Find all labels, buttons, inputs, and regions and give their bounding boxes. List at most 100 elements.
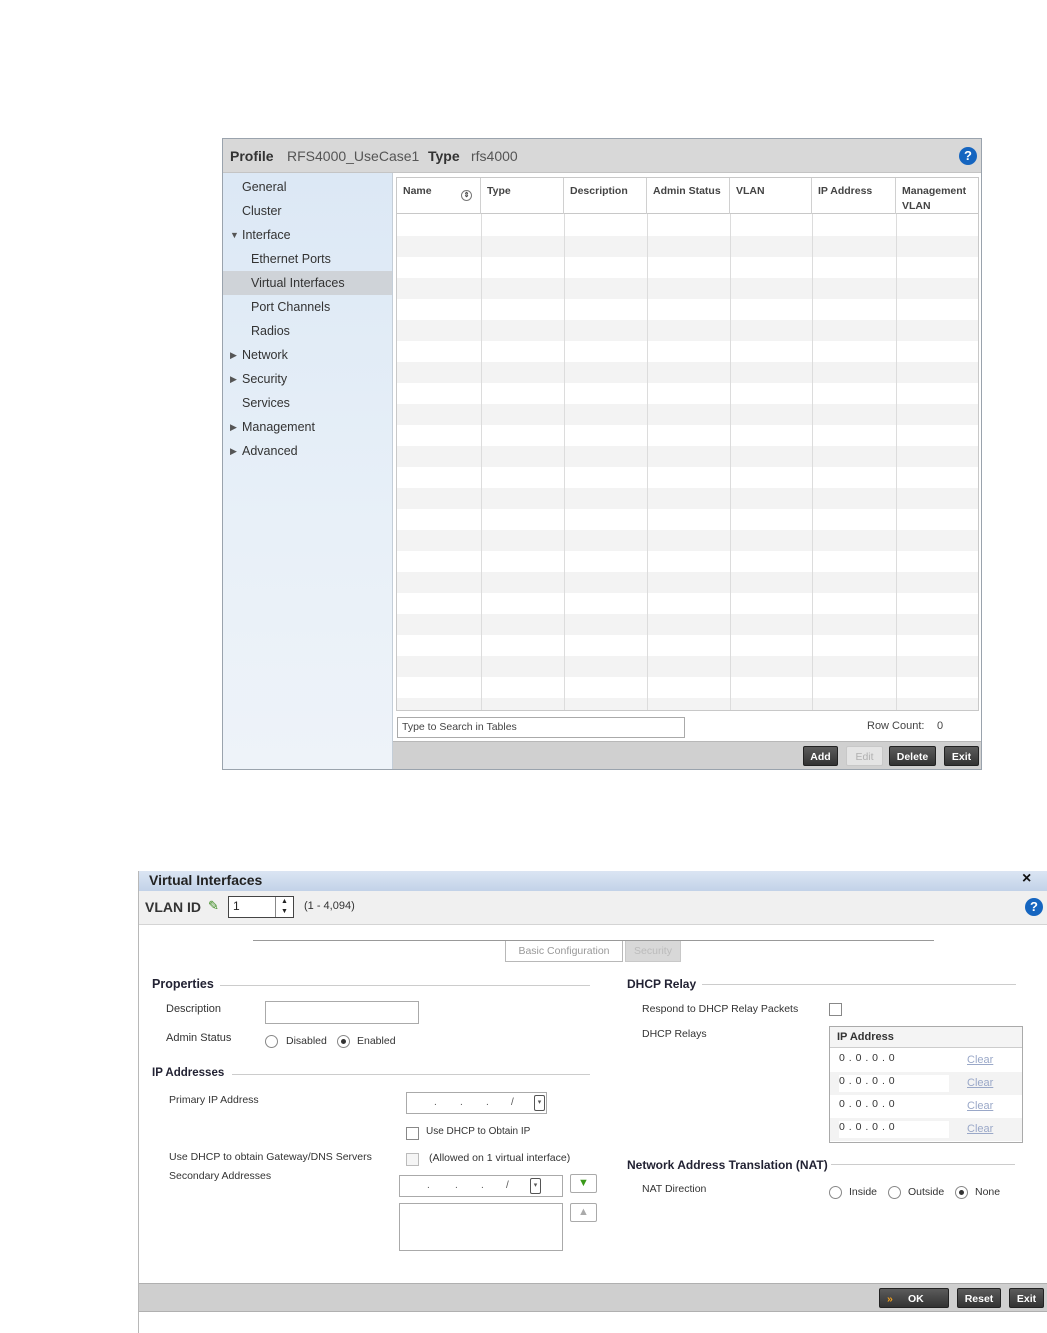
- sidebar-item-virtual-interfaces[interactable]: Virtual Interfaces: [223, 271, 392, 295]
- remove-up-arrow-icon[interactable]: ▲: [570, 1203, 597, 1222]
- table-row[interactable]: [397, 320, 978, 341]
- vlan-id-spinner[interactable]: ▲ ▼: [275, 897, 293, 917]
- admin-status-label: Admin Status: [166, 1032, 232, 1044]
- nat-none-radio[interactable]: [955, 1186, 968, 1199]
- table-search-input[interactable]: Type to Search in Tables: [397, 717, 685, 738]
- nat-direction-label: NAT Direction: [642, 1183, 707, 1195]
- table-row[interactable]: [397, 509, 978, 530]
- sidebar-item-label: Services: [242, 396, 290, 410]
- nat-inside-radio[interactable]: [829, 1186, 842, 1199]
- relay-ip-input[interactable]: 0 . 0 . 0 . 0: [839, 1052, 949, 1069]
- exit-button[interactable]: Exit: [944, 746, 979, 766]
- column-header-type[interactable]: Type: [481, 178, 564, 214]
- table-row[interactable]: [397, 614, 978, 635]
- table-row[interactable]: [397, 383, 978, 404]
- tab-basic-configuration[interactable]: Basic Configuration: [505, 941, 623, 962]
- table-row[interactable]: [397, 572, 978, 593]
- disabled-label: Disabled: [286, 1035, 327, 1047]
- secondary-addresses-label: Secondary Addresses: [169, 1170, 272, 1182]
- table-row[interactable]: [397, 341, 978, 362]
- sidebar-item-ethernet-ports[interactable]: Ethernet Ports: [223, 247, 392, 271]
- table-row[interactable]: [397, 236, 978, 257]
- exit-button[interactable]: Exit: [1009, 1288, 1044, 1308]
- table-row[interactable]: [397, 425, 978, 446]
- profile-interface-panel: Profile RFS4000_UseCase1 Type rfs4000 ? …: [222, 138, 982, 770]
- sidebar-item-label: Ethernet Ports: [251, 252, 331, 266]
- table-row[interactable]: [397, 593, 978, 614]
- nat-heading: Network Address Translation (NAT): [627, 1158, 828, 1172]
- column-header-name[interactable]: Name ⇕: [397, 178, 481, 214]
- column-header-vlan[interactable]: VLAN: [730, 178, 812, 214]
- sort-icon[interactable]: ⇕: [461, 190, 472, 201]
- table-row[interactable]: [397, 551, 978, 572]
- table-row[interactable]: [397, 215, 978, 236]
- reset-button[interactable]: Reset: [957, 1288, 1001, 1308]
- table-row[interactable]: [397, 488, 978, 509]
- table-row[interactable]: [397, 404, 978, 425]
- clear-link[interactable]: Clear: [967, 1077, 993, 1089]
- sidebar-item-cluster[interactable]: Cluster: [223, 199, 392, 223]
- help-icon[interactable]: ?: [959, 147, 977, 165]
- sidebar-item-network[interactable]: ▶ Network: [223, 343, 392, 367]
- spinner-up-icon[interactable]: ▲: [276, 897, 293, 907]
- add-button[interactable]: Add: [803, 746, 838, 766]
- table-row[interactable]: [397, 635, 978, 656]
- nat-outside-radio[interactable]: [888, 1186, 901, 1199]
- type-value: rfs4000: [471, 148, 518, 164]
- table-row[interactable]: [397, 257, 978, 278]
- column-header-label: VLAN: [736, 185, 765, 197]
- column-divider: [896, 214, 897, 710]
- sidebar-item-radios[interactable]: Radios: [223, 319, 392, 343]
- table-row[interactable]: [397, 299, 978, 320]
- table-row[interactable]: [397, 530, 978, 551]
- column-header-description[interactable]: Description: [564, 178, 647, 214]
- dropdown-arrow-icon[interactable]: ▾: [530, 1178, 541, 1194]
- secondary-addresses-list[interactable]: [399, 1203, 563, 1251]
- edit-button[interactable]: Edit: [846, 746, 883, 766]
- column-header-admin-status[interactable]: Admin Status: [647, 178, 730, 214]
- table-row[interactable]: [397, 677, 978, 698]
- clear-link[interactable]: Clear: [967, 1054, 993, 1066]
- description-input[interactable]: [265, 1001, 419, 1024]
- table-row[interactable]: [397, 467, 978, 488]
- primary-ip-input[interactable]: ... / ▾: [406, 1092, 547, 1114]
- sidebar-item-management[interactable]: ▶ Management: [223, 415, 392, 439]
- sidebar-item-services[interactable]: Services: [223, 391, 392, 415]
- close-icon[interactable]: ×: [1022, 870, 1031, 888]
- tab-security[interactable]: Security: [625, 941, 681, 962]
- sidebar-item-security[interactable]: ▶ Security: [223, 367, 392, 391]
- table-row[interactable]: [397, 446, 978, 467]
- admin-status-enabled-radio[interactable]: [337, 1035, 350, 1048]
- respond-relay-checkbox[interactable]: [829, 1003, 842, 1016]
- secondary-ip-input[interactable]: ... / ▾: [399, 1175, 563, 1197]
- delete-button[interactable]: Delete: [889, 746, 936, 766]
- ok-button[interactable]: » OK: [879, 1288, 949, 1308]
- table-row[interactable]: [397, 656, 978, 677]
- use-dhcp-checkbox[interactable]: [406, 1127, 419, 1140]
- clear-link[interactable]: Clear: [967, 1100, 993, 1112]
- sidebar-item-label: General: [242, 180, 287, 194]
- relay-ip-input[interactable]: 0 . 0 . 0 . 0: [839, 1098, 949, 1115]
- vlan-id-bar: VLAN ID ✎ 1 ▲ ▼ (1 - 4,094) ?: [139, 891, 1047, 925]
- sidebar-item-interface[interactable]: ▼ Interface: [223, 223, 392, 247]
- column-divider: [564, 214, 565, 710]
- help-icon[interactable]: ?: [1025, 898, 1043, 916]
- dropdown-arrow-icon[interactable]: ▾: [534, 1095, 545, 1111]
- sidebar-item-advanced[interactable]: ▶ Advanced: [223, 439, 392, 463]
- relay-ip-input[interactable]: 0 . 0 . 0 . 0: [839, 1121, 949, 1138]
- add-down-arrow-icon[interactable]: ▼: [570, 1174, 597, 1193]
- spinner-down-icon[interactable]: ▼: [276, 907, 293, 917]
- column-header-management-vlan[interactable]: Management VLAN: [896, 178, 978, 214]
- clear-link[interactable]: Clear: [967, 1123, 993, 1135]
- relay-ip-input[interactable]: 0 . 0 . 0 . 0: [839, 1075, 949, 1092]
- column-header-ip-address[interactable]: IP Address: [812, 178, 896, 214]
- respond-relay-label: Respond to DHCP Relay Packets: [642, 1003, 799, 1015]
- sidebar-item-port-channels[interactable]: Port Channels: [223, 295, 392, 319]
- dhcp-gateway-checkbox[interactable]: [406, 1153, 419, 1166]
- column-header-label: Type: [487, 185, 511, 197]
- table-row[interactable]: [397, 362, 978, 383]
- sidebar-item-general[interactable]: General: [223, 175, 392, 199]
- table-row[interactable]: [397, 278, 978, 299]
- admin-status-disabled-radio[interactable]: [265, 1035, 278, 1048]
- table-row[interactable]: [397, 698, 978, 710]
